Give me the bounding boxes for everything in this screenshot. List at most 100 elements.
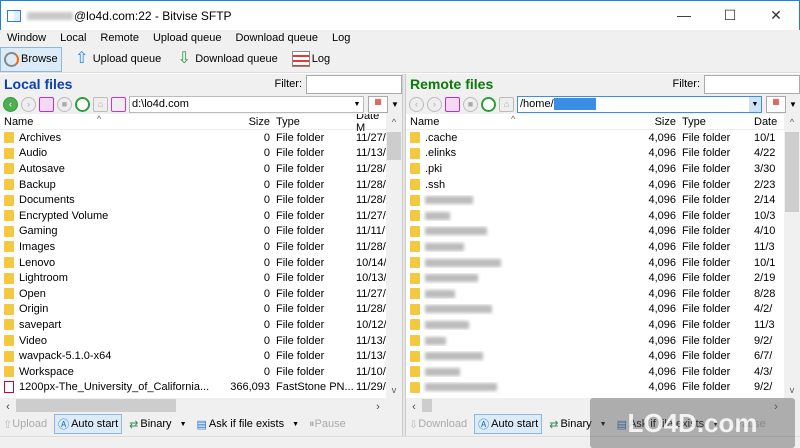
file-row[interactable]: Documents 0 File folder 11/28/ <box>0 192 402 208</box>
upload-button[interactable]: ⇧ Upload <box>0 414 50 434</box>
file-date: 10/14/ <box>356 256 386 269</box>
file-row[interactable]: .cache 4,096 File folder 10/1 <box>406 130 800 146</box>
file-row[interactable]: .elinks 4,096 File folder 4/22 <box>406 146 800 162</box>
file-date: 10/12/ <box>356 318 386 331</box>
file-row[interactable]: Autosave 0 File folder 11/28/ <box>0 161 402 177</box>
file-type: File folder <box>682 240 731 253</box>
view-mode-icon[interactable]: ▦ <box>766 95 786 113</box>
file-row[interactable]: 4,096 File folder 8/28 <box>406 286 800 302</box>
file-row[interactable]: Video 0 File folder 11/13/ <box>0 333 402 349</box>
file-row[interactable]: .pki 4,096 File folder 3/30 <box>406 161 800 177</box>
file-type: File folder <box>682 365 731 378</box>
local-path-input[interactable]: d:\lo4d.com ▼ <box>129 95 364 113</box>
menu-window[interactable]: Window <box>0 32 53 44</box>
browse-button[interactable]: Browse <box>0 46 62 72</box>
file-type: File folder <box>682 381 731 394</box>
menu-log[interactable]: Log <box>325 32 357 44</box>
column-size[interactable]: Size <box>646 116 680 128</box>
new-folder-icon[interactable] <box>39 96 54 112</box>
binary-dropdown[interactable]: ⇄ Binary ▼ <box>126 414 189 434</box>
file-row[interactable]: 4,096 File folder 4/2/ <box>406 302 800 318</box>
chevron-down-icon[interactable]: ▼ <box>351 97 363 112</box>
maximize-button[interactable]: ☐ <box>707 7 753 24</box>
file-row[interactable]: 4,096 File folder 11/3 <box>406 239 800 255</box>
column-type[interactable]: Type <box>680 116 752 128</box>
file-row[interactable]: savepart 0 File folder 10/12/ <box>0 317 402 333</box>
view-dropdown-icon[interactable]: ▼ <box>786 100 800 109</box>
file-row[interactable]: 4,096 File folder 2/19 <box>406 270 800 286</box>
menu-upload-queue[interactable]: Upload queue <box>146 32 229 44</box>
download-queue-button[interactable]: ⇩ Download queue <box>172 47 281 72</box>
file-row[interactable]: 4,096 File folder 6/7/ <box>406 348 800 364</box>
file-row[interactable]: 4,096 File folder 4/10 <box>406 224 800 240</box>
file-name <box>406 335 616 347</box>
file-size: 4,096 <box>648 256 676 269</box>
column-size[interactable]: Size <box>240 116 274 128</box>
file-row[interactable]: Workspace 0 File folder 11/10/ <box>0 364 402 380</box>
column-name[interactable]: Name <box>0 116 240 128</box>
close-button[interactable]: ✕ <box>753 7 799 24</box>
forward-icon[interactable]: › <box>427 96 442 112</box>
file-row[interactable]: 4,096 File folder 9/2/ <box>406 380 800 396</box>
column-date[interactable]: Date <box>752 116 782 128</box>
download-button[interactable]: ⇩ Download <box>406 414 470 434</box>
folder-icon <box>4 132 14 144</box>
file-row[interactable]: 4,096 File folder 4/3/ <box>406 364 800 380</box>
back-icon[interactable]: ‹ <box>409 96 424 112</box>
file-row[interactable]: Audio 0 File folder 11/13/ <box>0 146 402 162</box>
file-row[interactable]: .ssh 4,096 File folder 2/23 <box>406 177 800 193</box>
auto-start-toggle[interactable]: Ⓐ Auto start <box>54 414 123 434</box>
file-row[interactable]: Gaming 0 File folder 11/11/ <box>0 224 402 240</box>
home-icon[interactable]: ⌂ <box>499 96 514 112</box>
file-date: 10/1 <box>754 131 776 144</box>
remote-filter-input[interactable] <box>704 74 800 94</box>
home-icon[interactable]: ⌂ <box>93 96 108 112</box>
menu-download-queue[interactable]: Download queue <box>228 32 325 44</box>
remote-path-input[interactable]: /home/ ▼ <box>517 95 762 113</box>
file-row[interactable]: Open 0 File folder 11/27/ <box>0 286 402 302</box>
file-row[interactable]: 4,096 File folder 2/14 <box>406 192 800 208</box>
remote-vertical-scrollbar[interactable]: ^ v <box>784 114 800 398</box>
toolbar: Browse ⇧ Upload queue ⇩ Download queue L… <box>0 46 800 73</box>
column-date[interactable]: Date M <box>354 114 386 134</box>
forward-icon[interactable]: › <box>21 96 36 112</box>
file-row[interactable]: Encrypted Volume 0 File folder 11/27/ <box>0 208 402 224</box>
file-row[interactable]: Backup 0 File folder 11/28/ <box>0 177 402 193</box>
view-mode-icon[interactable]: ▦ <box>368 95 388 113</box>
column-type[interactable]: Type <box>274 116 354 128</box>
file-row[interactable]: Images 0 File folder 11/28/ <box>0 239 402 255</box>
stop-icon[interactable]: ■ <box>57 96 72 112</box>
app-icon <box>7 9 21 22</box>
chevron-down-icon[interactable]: ▼ <box>749 96 761 112</box>
auto-start-toggle[interactable]: Ⓐ Auto start <box>474 414 543 434</box>
new-folder-icon[interactable] <box>445 96 460 112</box>
file-row[interactable]: Origin 0 File folder 11/28/ <box>0 302 402 318</box>
minimize-button[interactable]: — <box>661 7 707 24</box>
back-icon[interactable]: ‹ <box>3 96 18 112</box>
file-row[interactable]: Archives 0 File folder 11/27/ <box>0 130 402 146</box>
refresh-icon[interactable] <box>75 96 90 112</box>
file-row[interactable]: 4,096 File folder 10/1 <box>406 255 800 271</box>
file-row[interactable]: Lightroom 0 File folder 10/13/ <box>0 270 402 286</box>
local-filter-input[interactable] <box>306 74 402 94</box>
view-dropdown-icon[interactable]: ▼ <box>388 100 402 109</box>
pause-button[interactable]: ⏸ Pause <box>306 414 349 434</box>
file-row[interactable]: 4,096 File folder 10/3 <box>406 208 800 224</box>
file-row[interactable]: 1200px-The_University_of_California... 36… <box>0 380 402 396</box>
find-folder-icon[interactable] <box>111 96 126 112</box>
log-button[interactable]: Log <box>289 47 333 72</box>
file-row[interactable]: Lenovo 0 File folder 10/14/ <box>0 255 402 271</box>
watermark-logo: LO4D.com <box>590 398 795 448</box>
upload-queue-button[interactable]: ⇧ Upload queue <box>70 47 165 72</box>
file-row[interactable]: 4,096 File folder 9/2/ <box>406 333 800 349</box>
local-vertical-scrollbar[interactable]: ^ v <box>386 114 402 398</box>
ask-if-file-exists-dropdown[interactable]: ▤ Ask if file exists ▼ <box>194 414 303 434</box>
file-row[interactable]: 4,096 File folder 11/3 <box>406 317 800 333</box>
refresh-icon[interactable] <box>481 96 496 112</box>
menu-local[interactable]: Local <box>53 32 93 44</box>
file-row[interactable]: wavpack-5.1.0-x64 0 File folder 11/13/ <box>0 348 402 364</box>
column-name[interactable]: Name <box>406 116 646 128</box>
stop-icon[interactable]: ■ <box>463 96 478 112</box>
upload-queue-bar: ⇧ Upload Ⓐ Auto start ⇄ Binary ▼ ▤ Ask if fil… <box>0 412 402 436</box>
menu-remote[interactable]: Remote <box>93 32 146 44</box>
